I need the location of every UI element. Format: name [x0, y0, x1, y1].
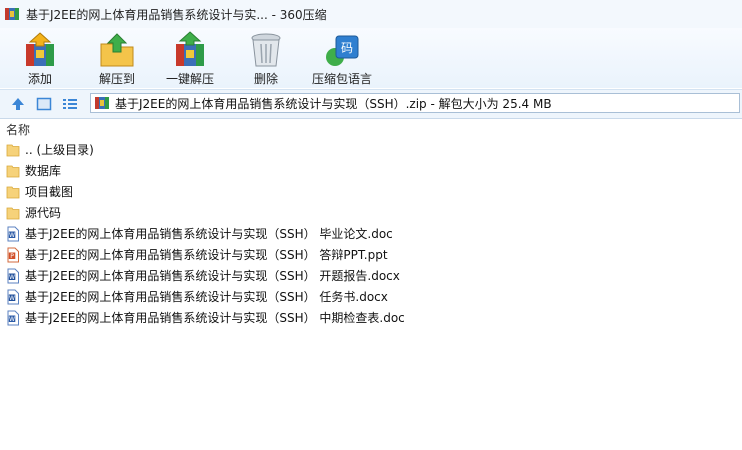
list-item-label: 基于J2EE的网上体育用品销售系统设计与实现（SSH） 开题报告.docx [25, 269, 400, 283]
list-item-label: 源代码 [25, 206, 62, 220]
zip-app-icon [5, 8, 19, 20]
list-view-icon[interactable] [62, 96, 78, 112]
address-bar: 基于J2EE的网上体育用品销售系统设计与实现（SSH）.zip - 解包大小为 … [0, 89, 742, 119]
list-item-folder[interactable]: 项目截图 [0, 181, 742, 202]
title-bar: 基于J2EE的网上体育用品销售系统设计与实... - 360压缩 [0, 0, 742, 28]
archive-path-field[interactable]: 基于J2EE的网上体育用品销售系统设计与实现（SSH）.zip - 解包大小为 … [90, 93, 740, 113]
list-item-label: .. (上级目录) [25, 143, 94, 157]
add-button-label: 添加 [27, 72, 52, 86]
list-item-file[interactable]: 基于J2EE的网上体育用品销售系统设计与实现（SSH） 答辩PPT.ppt [0, 244, 742, 265]
toolbar: 添加 解压到 一键解压 删除 码 压缩包语言 [0, 28, 742, 88]
folder-icon [6, 163, 20, 179]
word-doc-icon [6, 310, 20, 326]
list-item-file[interactable]: 基于J2EE的网上体育用品销售系统设计与实现（SSH） 毕业论文.doc [0, 223, 742, 244]
archive-path-text: 基于J2EE的网上体育用品销售系统设计与实现（SSH）.zip - 解包大小为 … [115, 96, 552, 111]
column-header-name-label: 名称 [6, 123, 31, 137]
zip-file-icon [95, 97, 109, 109]
svg-text:码: 码 [341, 41, 353, 55]
list-item-label: 基于J2EE的网上体育用品销售系统设计与实现（SSH） 答辩PPT.ppt [25, 248, 388, 262]
extract-to-button-label: 解压到 [98, 72, 135, 86]
archive-language-icon: 码 [326, 35, 359, 66]
word-doc-icon [6, 226, 20, 242]
list-item-folder[interactable]: 数据库 [0, 160, 742, 181]
thumbnail-view-icon[interactable] [36, 96, 52, 112]
folder-icon [6, 142, 20, 158]
window-title: 基于J2EE的网上体育用品销售系统设计与实... - 360压缩 [26, 7, 327, 22]
list-item-file[interactable]: 基于J2EE的网上体育用品销售系统设计与实现（SSH） 开题报告.docx [0, 265, 742, 286]
word-docx-icon [6, 268, 20, 284]
folder-icon [6, 205, 20, 221]
folder-icon [6, 184, 20, 200]
up-arrow-icon[interactable] [10, 96, 26, 112]
one-click-extract-button[interactable]: 一键解压 [166, 30, 214, 87]
list-item-file[interactable]: 基于J2EE的网上体育用品销售系统设计与实现（SSH） 任务书.docx [0, 286, 742, 307]
extract-to-icon [100, 33, 134, 67]
word-docx-icon [6, 289, 20, 305]
add-archive-icon [26, 32, 54, 66]
delete-button-label: 删除 [253, 72, 278, 86]
archive-language-button[interactable]: 码 压缩包语言 [312, 30, 372, 87]
column-header-name[interactable]: 名称 [0, 119, 742, 137]
archive-language-button-label: 压缩包语言 [312, 72, 373, 86]
add-button[interactable]: 添加 [20, 30, 60, 87]
list-item-parent-folder[interactable]: .. (上级目录) [0, 139, 742, 160]
list-item-label: 基于J2EE的网上体育用品销售系统设计与实现（SSH） 毕业论文.doc [25, 227, 393, 241]
list-item-file[interactable]: 基于J2EE的网上体育用品销售系统设计与实现（SSH） 中期检查表.doc [0, 307, 742, 328]
delete-trash-icon [251, 33, 281, 67]
file-list: .. (上级目录) 数据库 项目截图 源代码 基于J2EE的网上体育用品销售系统… [0, 139, 742, 328]
list-item-label: 基于J2EE的网上体育用品销售系统设计与实现（SSH） 任务书.docx [25, 290, 388, 304]
delete-button[interactable]: 删除 [246, 30, 286, 87]
list-item-label: 数据库 [25, 164, 62, 178]
one-click-extract-button-label: 一键解压 [166, 72, 215, 86]
list-item-folder[interactable]: 源代码 [0, 202, 742, 223]
extract-to-button[interactable]: 解压到 [97, 30, 137, 87]
list-item-label: 项目截图 [25, 185, 74, 199]
powerpoint-icon [6, 247, 20, 263]
one-click-extract-icon [176, 31, 204, 66]
list-item-label: 基于J2EE的网上体育用品销售系统设计与实现（SSH） 中期检查表.doc [25, 311, 405, 325]
